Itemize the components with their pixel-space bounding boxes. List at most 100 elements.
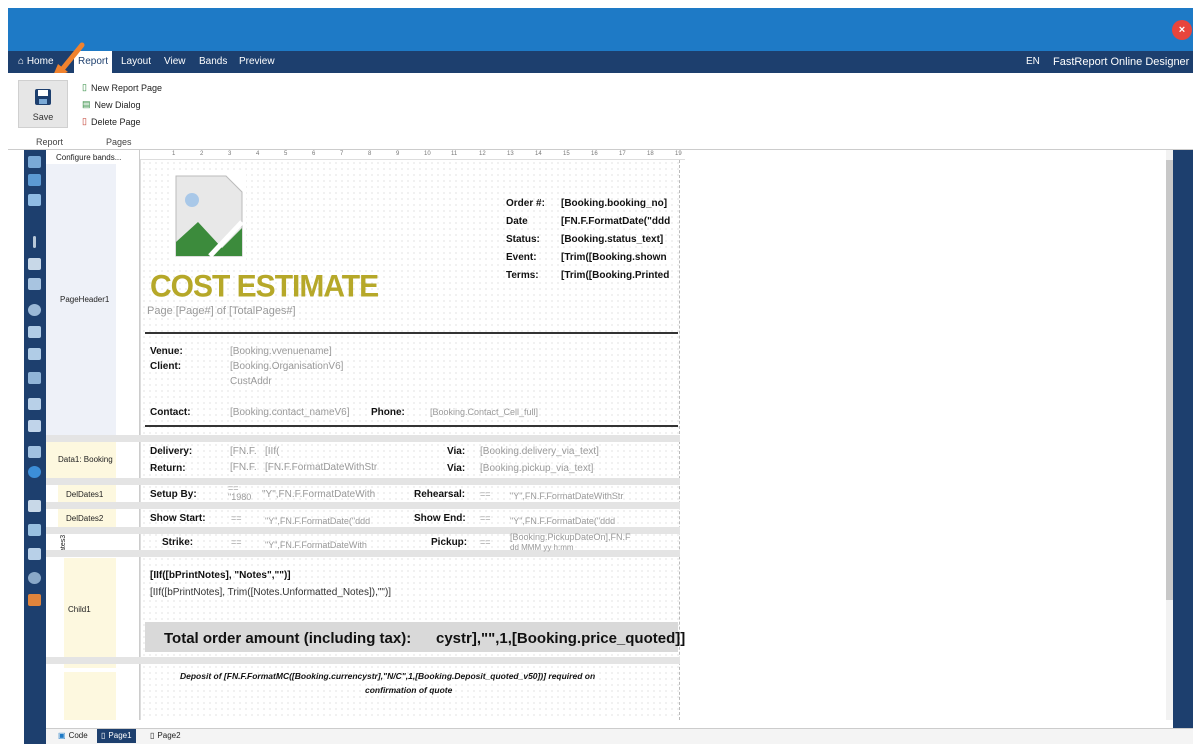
new-dialog-button[interactable]: ▤ New Dialog [82, 99, 141, 110]
table-tool-icon[interactable] [28, 278, 41, 290]
tab-code[interactable]: ▣ Code [54, 729, 92, 743]
deposit-line-2[interactable]: confirmation of quote [365, 685, 452, 695]
close-button[interactable]: × [1172, 20, 1192, 40]
contact-label[interactable]: Contact: [150, 407, 191, 418]
eye-tool-icon[interactable] [28, 572, 41, 584]
client-label[interactable]: Client: [150, 361, 181, 372]
customer-address-field[interactable]: CustAddr [230, 376, 272, 387]
new-report-page-button[interactable]: ▯ New Report Page [82, 82, 162, 93]
tab-view[interactable]: View [160, 51, 190, 73]
band-separator [46, 550, 680, 557]
strike-value-2[interactable]: "Y",FN.F.FormatDateWith [265, 540, 367, 550]
rehearsal-label[interactable]: Rehearsal: [414, 489, 465, 500]
show-end-value-1[interactable]: == [480, 513, 491, 523]
notes-title-field[interactable]: [IIf([bPrintNotes], "Notes","")] [150, 570, 291, 581]
scrollbar-thumb[interactable] [1166, 160, 1173, 600]
report-title[interactable]: COST ESTIMATE [150, 269, 379, 305]
pickup-label[interactable]: Pickup: [431, 537, 467, 548]
text-tool-icon[interactable] [28, 156, 41, 168]
show-end-label[interactable]: Show End: [414, 513, 466, 524]
show-start-label[interactable]: Show Start: [150, 513, 206, 524]
broken-image-icon[interactable] [172, 170, 246, 260]
status-value[interactable]: [Booking.status_text] [561, 234, 663, 245]
cell-tool-icon[interactable] [28, 548, 41, 560]
checkbox-tool-icon[interactable] [28, 420, 41, 432]
setup-label[interactable]: Setup By: [150, 489, 197, 500]
shape-tool-icon[interactable] [28, 194, 41, 206]
tab-layout[interactable]: Layout [117, 51, 155, 73]
tab-bands[interactable]: Bands [195, 51, 231, 73]
total-label[interactable]: Total order amount (including tax): [164, 630, 411, 647]
delivery-value-2[interactable]: [IIf( [265, 446, 279, 457]
return-value-1[interactable]: [FN.F. [230, 462, 257, 473]
delivery-via-label[interactable]: Via: [447, 446, 465, 457]
phone-label[interactable]: Phone: [371, 407, 405, 418]
tab-page1[interactable]: ▯ Page1 [97, 729, 136, 743]
date-label[interactable]: Date [506, 216, 528, 227]
rich-text-tool-icon[interactable] [28, 398, 41, 410]
show-start-value-2[interactable]: "Y",FN.F.FormatDate("ddd [265, 516, 370, 526]
delivery-via-value[interactable]: [Booking.delivery_via_text] [480, 446, 599, 457]
show-end-value-2[interactable]: "Y",FN.F.FormatDate("ddd [510, 516, 615, 526]
subreport-tool-icon[interactable] [28, 258, 41, 270]
picture-tool-icon[interactable] [28, 174, 41, 186]
ruler-tick: 6 [312, 151, 316, 157]
deposit-line-1[interactable]: Deposit of [FN.F.FormatMC([Booking.curre… [180, 671, 595, 681]
pickup-value-2[interactable]: [Booking.PickupDateOn],FN.F [510, 532, 631, 542]
pickup-value-3[interactable]: dd MMM yy h:mm [510, 543, 574, 552]
notes-body-field[interactable]: [IIf([bPrintNotes], Trim([Notes.Unformat… [150, 587, 391, 598]
rehearsal-value-2[interactable]: "Y",FN.F.FormatDateWithStr [510, 491, 623, 501]
barcode-tool-icon[interactable] [28, 372, 41, 384]
matrix-tool-icon[interactable] [28, 326, 41, 338]
order-value[interactable]: [Booking.booking_no] [561, 198, 667, 209]
show-start-value-1[interactable]: == [231, 513, 242, 523]
header-divider [145, 332, 678, 334]
terms-label[interactable]: Terms: [506, 270, 539, 281]
event-value[interactable]: [Trim([Booking.shown [561, 252, 667, 263]
return-via-value[interactable]: [Booking.pickup_via_text] [480, 463, 593, 474]
contact-value[interactable]: [Booking.contact_nameV6] [230, 407, 350, 418]
return-value-2[interactable]: [FN.F.FormatDateWithStr [265, 462, 377, 473]
date-value[interactable]: [FN.F.FormatDate("ddd [561, 216, 670, 227]
strike-value-1[interactable]: == [231, 537, 242, 547]
client-value[interactable]: [Booking.OrganisationV6] [230, 361, 343, 372]
strike-label[interactable]: Strike: [162, 537, 193, 548]
order-label[interactable]: Order #: [506, 198, 545, 209]
rehearsal-value-1[interactable]: == [480, 489, 491, 499]
return-via-label[interactable]: Via: [447, 463, 465, 474]
ruler-tick: 16 [591, 151, 598, 157]
globe-tool-icon[interactable] [28, 304, 41, 316]
zip-tool-icon[interactable] [28, 446, 41, 458]
venue-label[interactable]: Venue: [150, 346, 183, 357]
gauge-tool-icon[interactable] [28, 466, 41, 478]
band-label-data1[interactable]: Data1: Booking [58, 455, 144, 464]
sparkline-tool-icon[interactable] [28, 524, 41, 536]
line-tool-icon[interactable] [33, 236, 36, 248]
setup-value-2[interactable]: "1980 [228, 492, 251, 502]
event-label[interactable]: Event: [506, 252, 537, 263]
delete-page-button[interactable]: ▯ Delete Page [82, 116, 141, 127]
page-number-field[interactable]: Page [Page#] of [TotalPages#] [147, 305, 296, 317]
setup-value-3[interactable]: "Y",FN.F.FormatDateWith [262, 489, 375, 500]
ruler-tick: 13 [507, 151, 514, 157]
phone-value[interactable]: [Booking.Contact_Cell_full] [430, 407, 538, 417]
delivery-value-1[interactable]: [FN.F. [230, 446, 257, 457]
configure-bands-button[interactable]: Configure bands... [56, 153, 142, 162]
save-button[interactable]: Save [18, 80, 68, 128]
pickup-value-1[interactable]: == [480, 537, 491, 547]
chart-tool-icon[interactable] [28, 348, 41, 360]
venue-value[interactable]: [Booking.vvenuename] [230, 346, 332, 357]
horizontal-ruler: 1 2 3 4 5 6 7 8 9 10 11 12 13 14 15 16 1… [140, 150, 685, 160]
svg-tool-icon[interactable] [28, 594, 41, 606]
language-selector[interactable]: EN [1022, 51, 1044, 73]
tab-preview[interactable]: Preview [235, 51, 279, 73]
total-value[interactable]: cystr],"",1,[Booking.price_quoted]] [436, 630, 685, 647]
band-label-pageheader[interactable]: PageHeader1 [60, 295, 146, 304]
terms-value[interactable]: [Trim([Booking.Printed [561, 270, 669, 281]
status-label[interactable]: Status: [506, 234, 540, 245]
return-label[interactable]: Return: [150, 463, 186, 474]
map-tool-icon[interactable] [28, 500, 41, 512]
properties-sidebar[interactable] [1173, 150, 1193, 744]
tab-page2[interactable]: ▯ Page2 [146, 729, 185, 743]
delivery-label[interactable]: Delivery: [150, 446, 192, 457]
